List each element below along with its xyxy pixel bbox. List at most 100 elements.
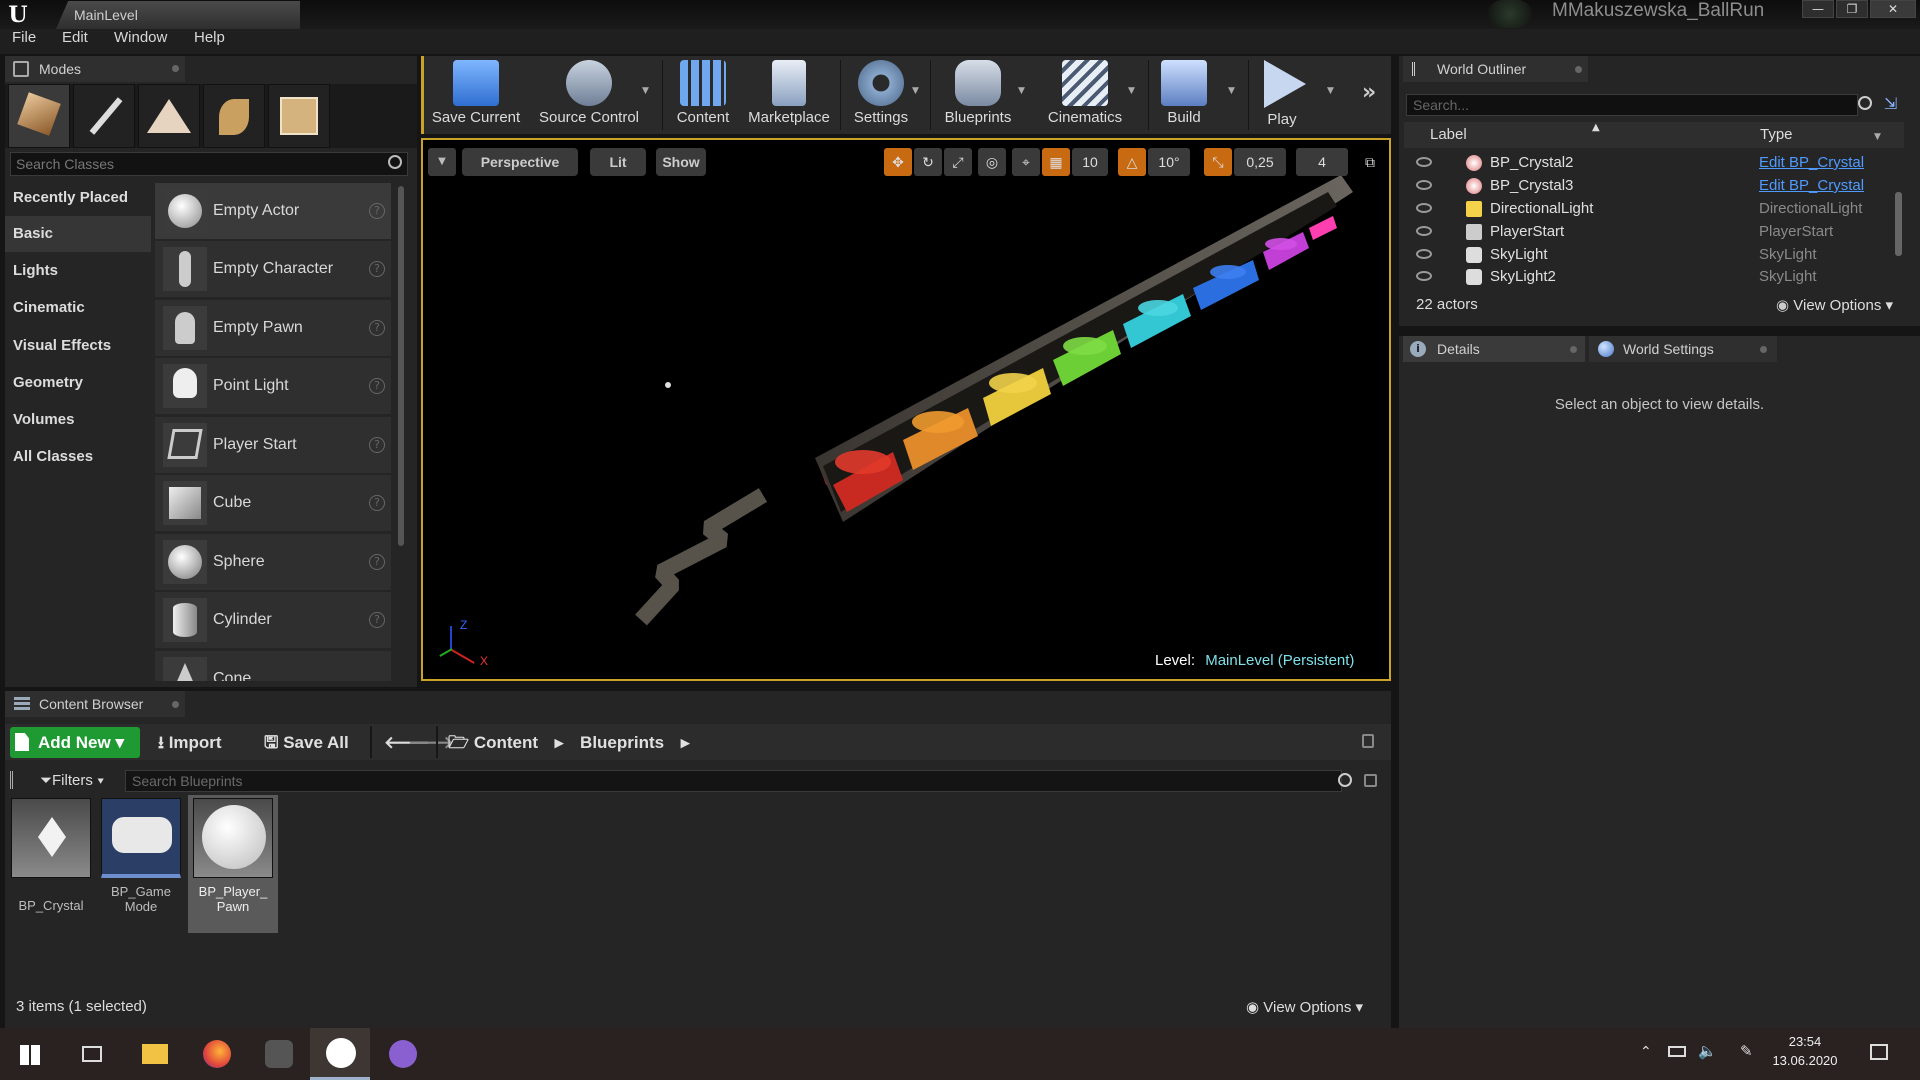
minimize-button[interactable]: — xyxy=(1802,0,1834,18)
help-icon[interactable]: ? xyxy=(369,612,385,628)
save-all-button[interactable]: 🖫 Save All xyxy=(264,727,349,758)
outliner-row[interactable]: BP_Crystal2 Edit BP_Crystal xyxy=(1406,151,1896,174)
foliage-mode-icon[interactable] xyxy=(203,84,265,148)
translate-tool-icon[interactable]: ✥ xyxy=(884,148,912,176)
asset-tile-bp-crystal[interactable]: BP_Crystal xyxy=(10,798,92,930)
cinematics-dropdown-icon[interactable]: ▼ xyxy=(1128,86,1138,96)
settings-button[interactable]: Settings xyxy=(845,56,917,134)
place-mode-icon[interactable] xyxy=(8,84,70,148)
content-button[interactable]: Content xyxy=(668,56,738,134)
class-item-cylinder[interactable]: Cylinder ? xyxy=(155,592,391,648)
help-icon[interactable]: ? xyxy=(369,203,385,219)
landscape-mode-icon[interactable] xyxy=(138,84,200,148)
show-flags-button[interactable]: Show xyxy=(656,148,706,176)
firefox-icon[interactable] xyxy=(186,1028,246,1080)
play-button[interactable]: Play xyxy=(1254,56,1310,134)
classes-scrollbar[interactable] xyxy=(398,186,404,546)
help-icon[interactable]: ? xyxy=(369,378,385,394)
visibility-eye-icon[interactable] xyxy=(1416,180,1432,190)
class-item-cube[interactable]: Cube ? xyxy=(155,475,391,531)
build-dropdown-icon[interactable]: ▼ xyxy=(1228,86,1238,96)
class-item-cone[interactable]: Cone xyxy=(155,651,391,681)
settings-dropdown-icon[interactable]: ▼ xyxy=(912,86,922,96)
content-browser-tab[interactable]: Content Browser xyxy=(5,691,185,717)
level-viewport[interactable] xyxy=(421,138,1391,681)
file-explorer-icon[interactable] xyxy=(124,1028,184,1080)
epic-launcher-icon[interactable] xyxy=(248,1028,308,1080)
class-item-point-light[interactable]: Point Light ? xyxy=(155,358,391,414)
save-current-button[interactable]: Save Current xyxy=(428,56,524,134)
class-item-empty-pawn[interactable]: Empty Pawn ? xyxy=(155,300,391,356)
outliner-scrollbar[interactable] xyxy=(1895,192,1902,256)
category-volumes[interactable]: Volumes xyxy=(5,402,151,438)
world-local-toggle-icon[interactable]: ◎ xyxy=(978,148,1006,176)
edit-blueprint-link[interactable]: Edit BP_Crystal xyxy=(1759,151,1864,174)
category-visual-effects[interactable]: Visual Effects xyxy=(5,328,151,364)
scale-snap-toggle-icon[interactable]: ⤡ xyxy=(1204,148,1232,176)
outliner-row[interactable]: SkyLight SkyLight xyxy=(1406,243,1896,266)
menu-edit[interactable]: Edit xyxy=(62,29,88,54)
maximize-button[interactable]: ❐ xyxy=(1836,0,1868,18)
visibility-eye-icon[interactable] xyxy=(1416,226,1432,236)
help-icon[interactable]: ? xyxy=(369,554,385,570)
scale-tool-icon[interactable]: ⤢ xyxy=(944,148,972,176)
sources-panel-toggle-icon[interactable] xyxy=(10,771,28,789)
outliner-row[interactable]: DirectionalLight DirectionalLight xyxy=(1406,197,1896,220)
outliner-row[interactable]: SkyLight2 SkyLight xyxy=(1406,265,1896,288)
outliner-row[interactable]: BP_Crystal3 Edit BP_Crystal xyxy=(1406,174,1896,197)
close-window-button[interactable]: ✕ xyxy=(1870,0,1916,18)
help-icon[interactable]: ? xyxy=(369,495,385,511)
tab-close-dot[interactable] xyxy=(1760,346,1767,353)
source-control-button[interactable]: Source Control xyxy=(530,56,648,134)
viewport-options-dropdown-icon[interactable]: ▼ xyxy=(428,148,456,176)
category-recently-placed[interactable]: Recently Placed xyxy=(5,180,151,216)
github-desktop-icon[interactable] xyxy=(372,1028,432,1080)
blueprints-dropdown-icon[interactable]: ▼ xyxy=(1018,86,1028,96)
content-view-options-button[interactable]: ◉ View Options ▾ xyxy=(1246,998,1363,1016)
world-outliner-tab[interactable]: World Outliner xyxy=(1403,56,1588,82)
category-lights[interactable]: Lights xyxy=(5,253,151,289)
maximize-viewport-icon[interactable]: ⧉ xyxy=(1356,148,1384,176)
tab-close-dot[interactable] xyxy=(1570,346,1577,353)
import-button[interactable]: ⭳ Import xyxy=(158,727,222,758)
add-folder-icon[interactable]: ⇲ xyxy=(1884,94,1904,114)
tray-overflow-icon[interactable]: ⌃ xyxy=(1640,1044,1652,1060)
notifications-icon[interactable] xyxy=(1870,1044,1888,1060)
tab-close-dot[interactable] xyxy=(172,701,179,708)
col-type-header[interactable]: Type xyxy=(1760,126,1793,143)
col-label-header[interactable]: Label xyxy=(1430,126,1467,143)
class-item-player-start[interactable]: Player Start ? xyxy=(155,417,391,473)
lit-mode-button[interactable]: Lit xyxy=(590,148,646,176)
menu-help[interactable]: Help xyxy=(194,29,225,54)
rotation-snap-toggle-icon[interactable]: △ xyxy=(1118,148,1146,176)
breadcrumb-content[interactable]: Content xyxy=(474,733,538,752)
unreal-editor-taskbar-icon[interactable] xyxy=(310,1028,370,1080)
category-all-classes[interactable]: All Classes xyxy=(5,439,151,475)
category-basic[interactable]: Basic xyxy=(5,216,151,252)
class-item-empty-actor[interactable]: Empty Actor ? xyxy=(155,183,391,239)
perspective-view-button[interactable]: Perspective xyxy=(462,148,578,176)
visibility-eye-icon[interactable] xyxy=(1416,157,1432,167)
folder-icon[interactable]: 🗁 xyxy=(448,733,474,752)
visibility-eye-icon[interactable] xyxy=(1416,203,1432,213)
menu-window[interactable]: Window xyxy=(114,29,167,54)
outliner-row[interactable]: PlayerStart PlayerStart xyxy=(1406,220,1896,243)
source-control-dropdown-icon[interactable]: ▼ xyxy=(642,86,652,96)
tab-close-dot[interactable] xyxy=(172,65,179,72)
world-settings-tab[interactable]: World Settings xyxy=(1589,336,1777,362)
build-button[interactable]: Build xyxy=(1152,56,1216,134)
geometry-mode-icon[interactable] xyxy=(268,84,330,148)
source-control-status-icon[interactable] xyxy=(1488,0,1532,28)
cinematics-button[interactable]: Cinematics xyxy=(1040,56,1130,134)
class-item-sphere[interactable]: Sphere ? xyxy=(155,534,391,590)
clock[interactable]: 23:54 13.06.2020 xyxy=(1770,1034,1840,1068)
add-new-button[interactable]: Add New ▾ xyxy=(10,727,140,758)
scale-snap-value[interactable]: 0,25 xyxy=(1234,148,1286,176)
outliner-search-input[interactable]: Search... xyxy=(1406,94,1858,116)
lock-icon[interactable] xyxy=(1362,734,1374,748)
camera-speed-button[interactable]: 4 xyxy=(1296,148,1348,176)
edit-blueprint-link[interactable]: Edit BP_Crystal xyxy=(1759,174,1864,197)
surface-snap-icon[interactable]: ⌖ xyxy=(1012,148,1040,176)
pen-icon[interactable]: ✎ xyxy=(1740,1042,1753,1060)
modes-tab[interactable]: Modes xyxy=(5,56,185,82)
